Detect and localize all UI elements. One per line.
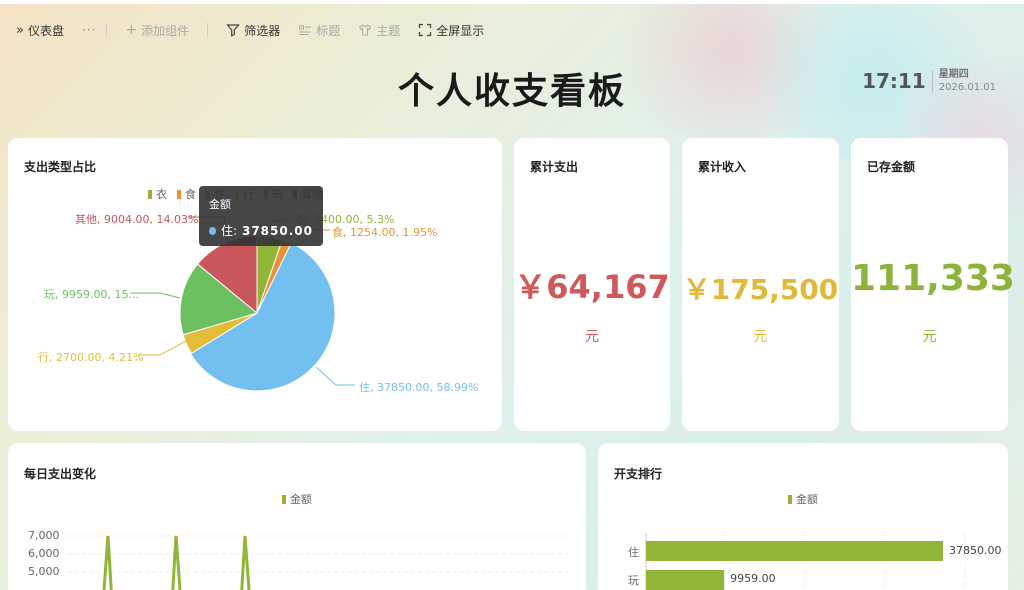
filter-button[interactable]: 筛选器 xyxy=(226,22,280,39)
clock: 17:11 星期四 2026.01.01 xyxy=(862,68,996,94)
kpi-unit-savings: 元 xyxy=(922,329,937,345)
line-chart-card: 每日支出变化 金额 7,000 6,000 5,000 xyxy=(8,443,586,590)
clock-time: 17:11 xyxy=(862,69,926,93)
add-widget-button[interactable]: + 添加组件 xyxy=(125,22,189,39)
shirt-icon xyxy=(359,24,372,36)
pie-label-house: 住, 37850.00, 58.99% xyxy=(359,381,479,394)
clock-meta: 星期四 2026.01.01 xyxy=(939,68,996,94)
kpi-card-expense: 累计支出 ￥64,167 元 xyxy=(514,138,670,431)
legend-label: 食 xyxy=(185,188,196,201)
double-chevron-right-icon: » xyxy=(16,22,24,38)
title-icon xyxy=(299,25,312,35)
line-chart-plot xyxy=(68,535,568,590)
tooltip-title: 金额 xyxy=(209,198,231,211)
kpi-title-expense: 累计支出 xyxy=(530,160,579,174)
more-icon[interactable]: ··· xyxy=(82,23,96,37)
clock-divider xyxy=(931,70,933,92)
bar-value-label: 37850.00 xyxy=(949,544,1002,557)
tooltip-series: 住: xyxy=(220,224,237,238)
tooltip-value: 37850.00 xyxy=(241,223,313,238)
line-series-amount xyxy=(102,535,251,590)
filter-icon xyxy=(226,24,240,37)
kpi-card-savings: 已存金额 111,333 元 xyxy=(851,138,1015,431)
legend-item-food[interactable]: 食 xyxy=(177,186,196,202)
kpi-value-savings: 111,333 xyxy=(851,258,1015,299)
add-widget-label: 添加组件 xyxy=(141,23,190,38)
plus-icon: + xyxy=(125,22,138,38)
kpi-card-income: 累计收入 ￥175,500 元 xyxy=(682,138,839,431)
bar-value-label: 9959.00 xyxy=(730,572,776,585)
tooltip-dot xyxy=(209,226,216,235)
fullscreen-icon xyxy=(419,23,432,37)
legend-item-cloth[interactable]: 衣 xyxy=(148,186,167,202)
clock-date: 2026.01.01 xyxy=(938,82,996,93)
clock-weekday: 星期四 xyxy=(938,69,969,80)
toolbar: » 仪表盘 ··· + 添加组件 筛选器 标题 主题 全屏显示 xyxy=(0,14,502,46)
pie-tooltip: 金额 住: 37850.00 xyxy=(199,186,323,246)
pie-label-travel: 行, 2700.00, 4.21% xyxy=(38,351,144,364)
legend-swatch xyxy=(148,189,152,199)
legend-swatch xyxy=(177,189,181,199)
dashboard-label: 仪表盘 xyxy=(27,23,64,38)
pie-card-title: 支出类型占比 xyxy=(24,160,97,174)
kpi-unit-income: 元 xyxy=(753,329,768,345)
dashboard-toggle[interactable]: » 仪表盘 xyxy=(16,22,64,39)
filter-label: 筛选器 xyxy=(244,23,281,38)
theme-label: 主题 xyxy=(376,23,401,38)
fullscreen-button[interactable]: 全屏显示 xyxy=(418,22,484,39)
bar-chart-card: 开支排行 金额 住 玩 37850.00 9959.00 xyxy=(598,443,1008,590)
kpi-title-income: 累计收入 xyxy=(698,160,747,174)
bar-玩[interactable] xyxy=(646,570,725,590)
kpi-value-income: ￥175,500 xyxy=(682,273,839,306)
pie-label-other: 其他, 9004.00, 14.03% xyxy=(75,213,199,226)
kpi-title-savings: 已存金额 xyxy=(867,160,916,174)
bar-住[interactable] xyxy=(646,541,943,561)
pie-label-play: 玩, 9959.00, 15... xyxy=(44,288,139,301)
title-button[interactable]: 标题 xyxy=(298,22,340,39)
fullscreen-label: 全屏显示 xyxy=(436,23,485,38)
tooltip-row: 住: 37850.00 xyxy=(209,222,313,239)
kpi-value-expense: ￥64,167 xyxy=(514,268,670,306)
kpi-unit-expense: 元 xyxy=(585,329,599,345)
toolbar-divider xyxy=(207,23,209,37)
legend-label: 衣 xyxy=(156,188,167,201)
theme-button[interactable]: 主题 xyxy=(358,22,400,39)
pie-label-food: 食, 1254.00, 1.95% xyxy=(332,226,438,239)
toolbar-divider xyxy=(106,23,108,37)
title-label: 标题 xyxy=(316,23,341,38)
bar-chart-plot xyxy=(645,533,966,590)
